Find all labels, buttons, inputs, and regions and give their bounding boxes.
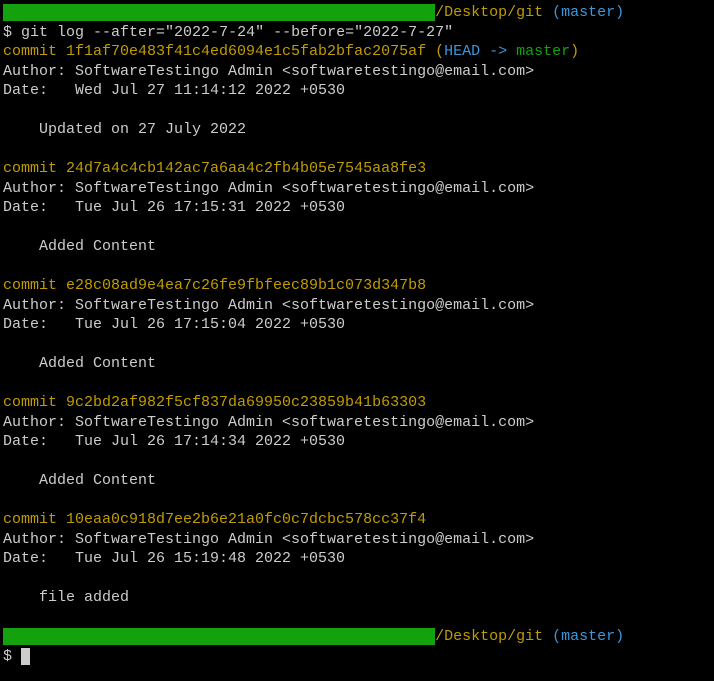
date-value: Tue Jul 26 17:15:04 2022 +0530 [75,316,345,333]
date-line: Date: Wed Jul 27 11:14:12 2022 +0530 [3,81,711,101]
path-text: /Desktop/git [435,4,543,21]
commit-2: commit 24d7a4c4cb142ac7a6aa4c2fb4b05e754… [3,159,711,276]
message-text: Added Content [39,238,156,255]
commit-hash: 9c2bd2af982f5cf837da69950c23859b41b63303 [66,394,426,411]
prompt-line-2: /Desktop/git (master) [3,627,711,647]
commit-hash: 1f1af70e483f41c4ed6094e1c5fab2bfac2075af [66,43,426,60]
prompt-line-1: /Desktop/git (master) [3,3,711,23]
author-value: SoftwareTestingo Admin <softwaretestingo… [75,63,534,80]
commit-message: Added Content [3,471,711,491]
author-line: Author: SoftwareTestingo Admin <software… [3,296,711,316]
command-line: $ git log --after="2022-7-24" --before="… [3,23,711,43]
command-text: git log --after="2022-7-24" --before="20… [21,24,453,41]
path-text: /Desktop/git [435,628,543,645]
date-value: Tue Jul 26 17:15:31 2022 +0530 [75,199,345,216]
date-value: Tue Jul 26 17:14:34 2022 +0530 [75,433,345,450]
message-text: Added Content [39,355,156,372]
commit-hash: 10eaa0c918d7ee2b6e21a0fc0c7dcbc578cc37f4 [66,511,426,528]
commit-hash-line: commit 24d7a4c4cb142ac7a6aa4c2fb4b05e754… [3,159,711,179]
commit-hash: 24d7a4c4cb142ac7a6aa4c2fb4b05e7545aa8fe3 [66,160,426,177]
commit-hash-line: commit 1f1af70e483f41c4ed6094e1c5fab2bfa… [3,42,711,62]
date-value: Wed Jul 27 11:14:12 2022 +0530 [75,82,345,99]
commit-message: Updated on 27 July 2022 [3,120,711,140]
prompt-symbol: $ [3,648,12,665]
commit-5: commit 10eaa0c918d7ee2b6e21a0fc0c7dcbc57… [3,510,711,627]
date-value: Tue Jul 26 15:19:48 2022 +0530 [75,550,345,567]
commit-hash: e28c08ad9e4ea7c26fe9fbfeec89b1c073d347b8 [66,277,426,294]
commit-message: Added Content [3,237,711,257]
commit-hash-line: commit e28c08ad9e4ea7c26fe9fbfeec89b1c07… [3,276,711,296]
author-line: Author: SoftwareTestingo Admin <software… [3,413,711,433]
branch-text: (master) [552,628,624,645]
author-value: SoftwareTestingo Admin <softwaretestingo… [75,180,534,197]
cursor-icon [21,648,30,665]
commit-hash-line: commit 9c2bd2af982f5cf837da69950c23859b4… [3,393,711,413]
message-text: Updated on 27 July 2022 [39,121,246,138]
date-line: Date: Tue Jul 26 17:15:31 2022 +0530 [3,198,711,218]
author-value: SoftwareTestingo Admin <softwaretestingo… [75,531,534,548]
author-line: Author: SoftwareTestingo Admin <software… [3,530,711,550]
commit-4: commit 9c2bd2af982f5cf837da69950c23859b4… [3,393,711,510]
date-line: Date: Tue Jul 26 17:14:34 2022 +0530 [3,432,711,452]
terminal-output[interactable]: /Desktop/git (master) $ git log --after=… [3,3,711,666]
author-line: Author: SoftwareTestingo Admin <software… [3,179,711,199]
commit-1: commit 1f1af70e483f41c4ed6094e1c5fab2bfa… [3,42,711,159]
author-line: Author: SoftwareTestingo Admin <software… [3,62,711,82]
commit-message: file added [3,588,711,608]
commit-message: Added Content [3,354,711,374]
message-text: Added Content [39,472,156,489]
date-line: Date: Tue Jul 26 15:19:48 2022 +0530 [3,549,711,569]
commit-3: commit e28c08ad9e4ea7c26fe9fbfeec89b1c07… [3,276,711,393]
author-value: SoftwareTestingo Admin <softwaretestingo… [75,414,534,431]
command-line-2[interactable]: $ [3,647,711,667]
message-text: file added [39,589,129,606]
prompt-symbol: $ [3,24,12,41]
commit-hash-line: commit 10eaa0c918d7ee2b6e21a0fc0c7dcbc57… [3,510,711,530]
date-line: Date: Tue Jul 26 17:15:04 2022 +0530 [3,315,711,335]
author-value: SoftwareTestingo Admin <softwaretestingo… [75,297,534,314]
branch-text: (master) [552,4,624,21]
